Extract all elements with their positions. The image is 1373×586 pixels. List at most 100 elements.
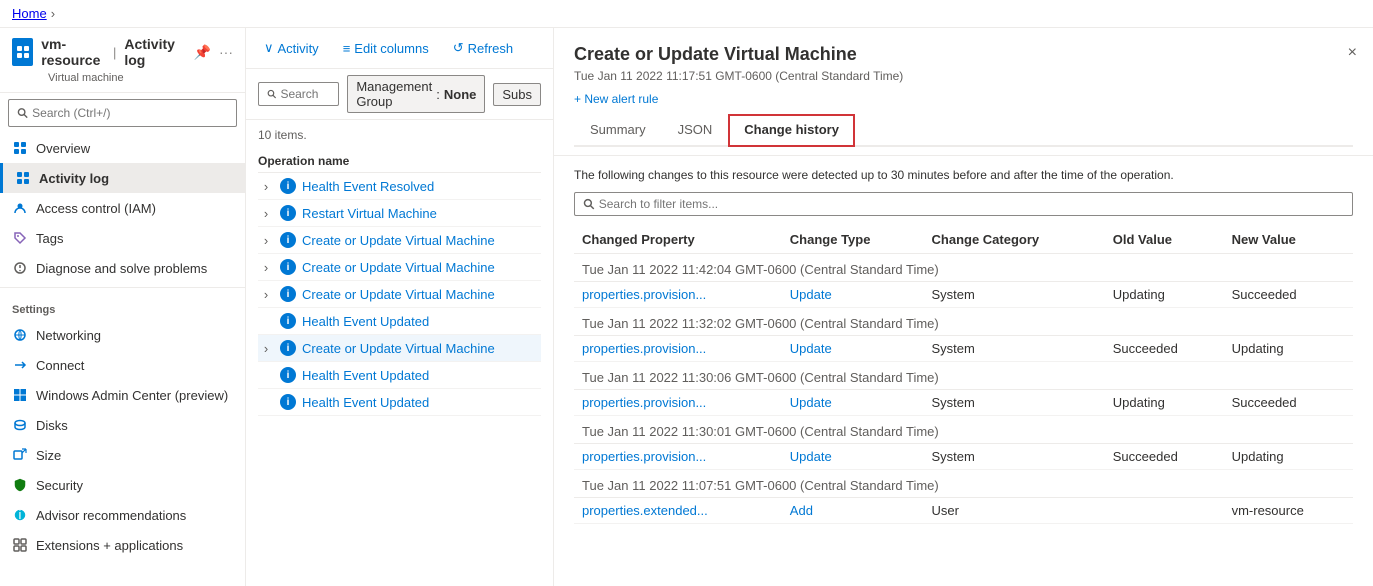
activity-btn[interactable]: ∨ Activity xyxy=(258,36,325,60)
list-item[interactable]: i Health Event Updated xyxy=(258,362,541,389)
sidebar-item-label: Windows Admin Center (preview) xyxy=(36,388,228,403)
subscription-filter[interactable]: Subs xyxy=(493,83,541,106)
sidebar-item-security[interactable]: Security xyxy=(0,470,245,500)
category-value: System xyxy=(924,444,1105,470)
content-area: ∨ Activity ≡ Edit columns ↺ Refresh Mana… xyxy=(246,28,553,586)
sidebar-item-label: Disks xyxy=(36,418,68,433)
tab-json[interactable]: JSON xyxy=(662,114,729,147)
list-item[interactable]: i Health Event Updated xyxy=(258,389,541,416)
breadcrumb-home[interactable]: Home xyxy=(12,6,47,21)
list-item[interactable]: › i Health Event Resolved xyxy=(258,173,541,200)
filter-value: None xyxy=(444,87,477,102)
disks-icon xyxy=(12,417,28,433)
search-input[interactable] xyxy=(32,106,228,120)
networking-icon xyxy=(12,327,28,343)
search-filter-input[interactable] xyxy=(280,87,330,101)
list-item[interactable]: › i Restart Virtual Machine xyxy=(258,200,541,227)
change-data-row[interactable]: properties.provision... Update System Up… xyxy=(574,390,1353,416)
info-icon: i xyxy=(280,313,296,329)
sidebar-item-disks[interactable]: Disks xyxy=(0,410,245,440)
refresh-btn[interactable]: ↺ Refresh xyxy=(447,36,519,60)
close-button[interactable]: × xyxy=(1348,44,1357,62)
sidebar-item-diagnose[interactable]: Diagnose and solve problems xyxy=(0,253,245,283)
sidebar-item-label: Security xyxy=(36,478,83,493)
item-label: Create or Update Virtual Machine xyxy=(302,260,495,275)
old-value: Updating xyxy=(1105,282,1224,308)
detail-content: The following changes to this resource w… xyxy=(554,156,1373,586)
sidebar-item-windows-admin[interactable]: Windows Admin Center (preview) xyxy=(0,380,245,410)
content-filters: Management Group : None Subs xyxy=(246,69,553,120)
filter-colon: : xyxy=(436,87,440,102)
list-item[interactable]: › i Create or Update Virtual Machine xyxy=(258,254,541,281)
property-value[interactable]: properties.extended... xyxy=(574,498,782,524)
svg-text:i: i xyxy=(19,508,22,522)
sidebar-item-advisor[interactable]: i Advisor recommendations xyxy=(0,500,245,530)
detail-filter-box[interactable] xyxy=(574,192,1353,216)
col-changed-property: Changed Property xyxy=(574,226,782,254)
list-item[interactable]: › i Create or Update Virtual Machine xyxy=(258,227,541,254)
item-label: Health Event Updated xyxy=(302,314,429,329)
change-data-row[interactable]: properties.provision... Update System Su… xyxy=(574,444,1353,470)
tab-summary[interactable]: Summary xyxy=(574,114,662,147)
change-data-row[interactable]: properties.provision... Update System Su… xyxy=(574,336,1353,362)
sidebar-item-connect[interactable]: Connect xyxy=(0,350,245,380)
edit-columns-label: Edit columns xyxy=(354,41,428,56)
sidebar-item-extensions[interactable]: Extensions + applications xyxy=(0,530,245,560)
property-value[interactable]: properties.provision... xyxy=(574,444,782,470)
sidebar-item-overview[interactable]: Overview xyxy=(0,133,245,163)
columns-icon: ≡ xyxy=(343,41,351,56)
diagnose-icon xyxy=(12,260,28,276)
sidebar-item-label: Connect xyxy=(36,358,84,373)
management-group-filter[interactable]: Management Group : None xyxy=(347,75,485,113)
property-value[interactable]: properties.provision... xyxy=(574,336,782,362)
breadcrumb-separator: › xyxy=(51,6,55,21)
sidebar-search-box[interactable] xyxy=(8,99,237,127)
change-table: Changed Property Change Type Change Cate… xyxy=(574,226,1353,524)
sidebar-item-label: Diagnose and solve problems xyxy=(36,261,207,276)
sidebar-item-label: Access control (IAM) xyxy=(36,201,156,216)
list-item[interactable]: › i Create or Update Virtual Machine xyxy=(258,281,541,308)
list-item[interactable]: › i Create or Update Virtual Machine xyxy=(258,335,541,362)
more-icon[interactable]: ··· xyxy=(219,44,233,60)
info-icon: i xyxy=(280,394,296,410)
detail-header: Create or Update Virtual Machine Tue Jan… xyxy=(554,28,1373,156)
col-change-type: Change Type xyxy=(782,226,924,254)
list-item[interactable]: i Health Event Updated xyxy=(258,308,541,335)
list-area: 10 items. Operation name › i Health Even… xyxy=(246,120,553,586)
pin-icon[interactable]: 📌 xyxy=(194,44,211,61)
sidebar-item-activity-log[interactable]: Activity log xyxy=(0,163,245,193)
new-value: Updating xyxy=(1224,336,1353,362)
col-new-value: New Value xyxy=(1224,226,1353,254)
info-icon: i xyxy=(280,205,296,221)
item-label: Create or Update Virtual Machine xyxy=(302,233,495,248)
activity-log-icon xyxy=(15,170,31,186)
property-value[interactable]: properties.provision... xyxy=(574,282,782,308)
sidebar-item-label: Advisor recommendations xyxy=(36,508,186,523)
detail-actions: + New alert rule xyxy=(574,91,1353,106)
property-value[interactable]: properties.provision... xyxy=(574,390,782,416)
category-value: System xyxy=(924,336,1105,362)
content-toolbar: ∨ Activity ≡ Edit columns ↺ Refresh xyxy=(246,28,553,69)
change-group-row: Tue Jan 11 2022 11:30:06 GMT-0600 (Centr… xyxy=(574,362,1353,390)
sidebar: vm-resource | Activity log 📌 ··· Virtual… xyxy=(0,28,246,586)
tab-change-history[interactable]: Change history xyxy=(728,114,855,147)
new-alert-link[interactable]: + New alert rule xyxy=(574,92,658,106)
sidebar-item-size[interactable]: Size xyxy=(0,440,245,470)
edit-columns-btn[interactable]: ≡ Edit columns xyxy=(337,37,435,60)
filter-search-box[interactable] xyxy=(258,82,339,106)
sidebar-item-access-control[interactable]: Access control (IAM) xyxy=(0,193,245,223)
list-count: 10 items. xyxy=(258,128,541,142)
filter-label: Management Group xyxy=(356,79,432,109)
info-icon: i xyxy=(280,340,296,356)
expand-icon: › xyxy=(258,340,274,356)
separator: | xyxy=(113,45,116,60)
filter-items-input[interactable] xyxy=(599,197,1344,211)
sidebar-item-tags[interactable]: Tags xyxy=(0,223,245,253)
change-data-row[interactable]: properties.extended... Add User vm-resou… xyxy=(574,498,1353,524)
list-header: Operation name xyxy=(258,150,541,173)
change-group-row: Tue Jan 11 2022 11:42:04 GMT-0600 (Centr… xyxy=(574,254,1353,282)
sidebar-item-networking[interactable]: Networking xyxy=(0,320,245,350)
change-data-row[interactable]: properties.provision... Update System Up… xyxy=(574,282,1353,308)
page-title: Activity log xyxy=(124,36,181,68)
refresh-icon: ↺ xyxy=(453,40,464,56)
